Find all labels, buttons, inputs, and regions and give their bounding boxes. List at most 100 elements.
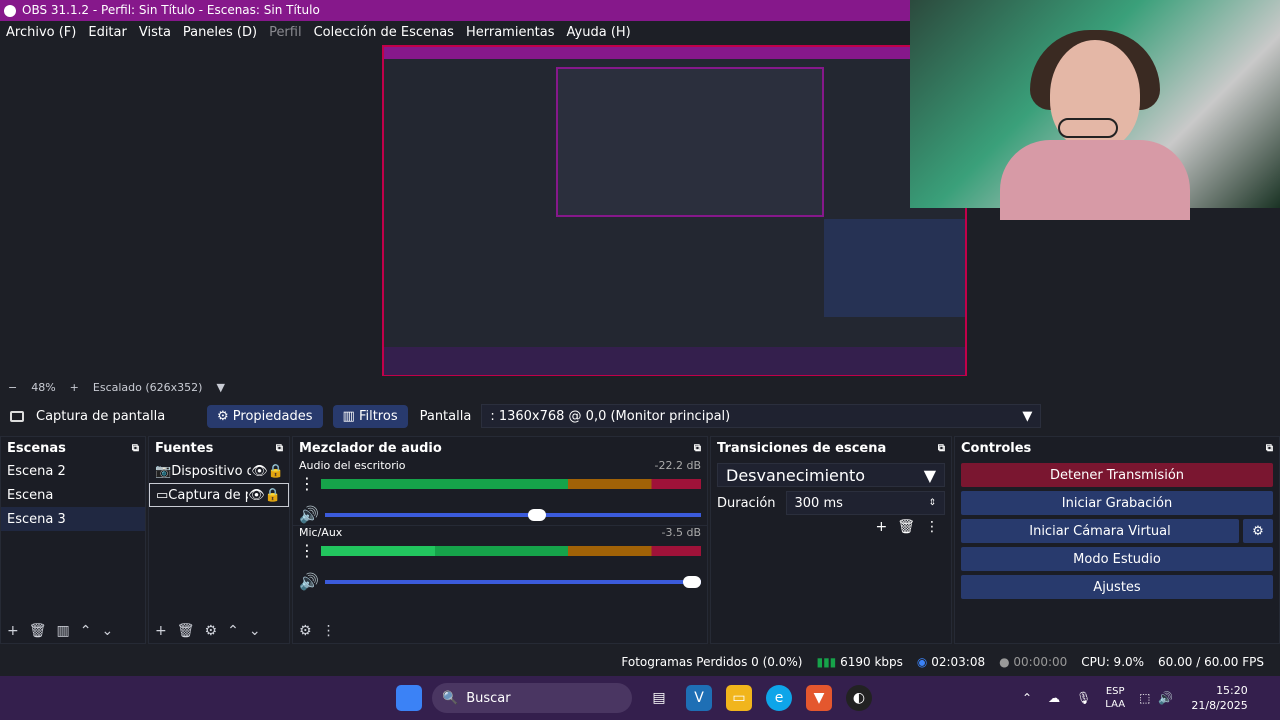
transition-select[interactable]: Desvanecimiento ▼ [717, 463, 945, 487]
webcam-person-body [1000, 140, 1190, 220]
studio-mode-button[interactable]: Modo Estudio [961, 547, 1273, 571]
menu-editar[interactable]: Editar [88, 25, 127, 40]
scale-dropdown-icon[interactable]: ▼ [216, 381, 224, 394]
rec-time: ● 00:00:00 [999, 655, 1068, 669]
volume-slider[interactable] [324, 508, 701, 521]
eye-icon[interactable]: 👁 [251, 464, 268, 479]
gear-icon[interactable]: ⚙ [299, 623, 312, 639]
lock-icon[interactable]: 🔒 [265, 488, 281, 503]
start-recording-button[interactable]: Iniciar Grabación [961, 491, 1273, 515]
mixer-toolbar: ⚙ ⋮ [299, 623, 336, 639]
volume-icon[interactable]: 🔊 [1158, 691, 1173, 705]
monitor-icon [10, 410, 24, 422]
arrow-up-icon[interactable]: ⌃ [227, 623, 239, 639]
audio-mixer-dock: Mezclador de audio ⧉ Audio del escritorio… [292, 436, 708, 644]
level-meter [321, 545, 701, 556]
brave-icon[interactable]: ▼ [806, 685, 832, 711]
bitrate: ▮▮▮ 6190 kbps [816, 655, 903, 669]
menu-vista[interactable]: Vista [139, 25, 171, 40]
dock-float-icon[interactable]: ⧉ [132, 443, 139, 454]
onedrive-icon[interactable]: ☁ [1048, 691, 1060, 705]
trash-icon[interactable]: 🗑 [897, 519, 915, 535]
dropped-frames: Fotogramas Perdidos 0 (0.0%) [621, 655, 803, 669]
menu-perfil[interactable]: Perfil [269, 25, 302, 40]
stream-time: ◉ 02:03:08 [916, 655, 986, 669]
source-item[interactable]: ▭ Captura de p 👁 🔒 [149, 483, 289, 507]
spinner-icon[interactable]: ⇕ [928, 498, 936, 508]
menu-ayuda[interactable]: Ayuda (H) [567, 25, 631, 40]
trash-icon[interactable]: 🗑 [177, 623, 195, 639]
arrow-down-icon[interactable]: ⌄ [101, 623, 113, 639]
speaker-icon[interactable]: 🔊 [299, 505, 319, 524]
duration-spinbox[interactable]: 300 ms ⇕ [785, 491, 945, 515]
zoom-in-button[interactable]: + [70, 381, 79, 394]
edge-icon[interactable]: e [766, 685, 792, 711]
fps: 60.00 / 60.00 FPS [1158, 655, 1264, 669]
scene-item[interactable]: Escena 3 [1, 507, 145, 531]
duration-label: Duración [717, 495, 776, 511]
clock[interactable]: 15:20 21/8/2025 [1191, 683, 1247, 713]
stop-streaming-button[interactable]: Detener Transmisión [961, 463, 1273, 487]
virtual-cam-settings-icon[interactable]: ⚙ [1243, 519, 1273, 543]
dock-float-icon[interactable]: ⧉ [938, 443, 945, 454]
settings-button[interactable]: Ajustes [961, 575, 1273, 599]
add-icon[interactable]: + [7, 623, 19, 639]
zoom-bar: − 48% + Escalado (626x352) ▼ [0, 378, 1280, 396]
sources-toolbar: + 🗑 ⚙ ⌃ ⌄ [155, 623, 261, 639]
add-transition-icon[interactable]: + [875, 519, 887, 535]
volume-handle[interactable] [528, 508, 546, 521]
menu-herramientas[interactable]: Herramientas [466, 25, 555, 40]
add-icon[interactable]: + [155, 623, 167, 639]
arrow-up-icon[interactable]: ⌃ [80, 623, 92, 639]
taskbar-search[interactable]: 🔍 Buscar [432, 683, 632, 713]
channel-db: -3.5 dB [661, 526, 702, 539]
gear-icon[interactable]: ⚙ [205, 623, 218, 639]
channel-menu-icon[interactable]: ⋮ [299, 474, 315, 493]
properties-button[interactable]: ⚙ Propiedades [207, 404, 323, 428]
trash-icon[interactable]: 🗑 [29, 623, 47, 639]
menu-icon[interactable]: ⋮ [925, 519, 939, 535]
webcam-glasses [1058, 118, 1118, 138]
title-bar: OBS 31.1.2 - Perfil: Sin Título - Escena… [0, 0, 910, 21]
channel-menu-icon[interactable]: ⋮ [299, 541, 315, 560]
display-select[interactable]: : 1360x768 @ 0,0 (Monitor principal) ▼ [481, 404, 1042, 428]
tray-chevron-icon[interactable]: ⌃ [1022, 691, 1032, 705]
transitions-dock: Transiciones de escena ⧉ Desvanecimiento ▼… [710, 436, 952, 644]
microphone-icon[interactable]: 🎙 [1076, 691, 1091, 705]
obs-taskbar-icon[interactable]: ◐ [846, 685, 872, 711]
dock-float-icon[interactable]: ⧉ [276, 443, 283, 454]
menu-paneles[interactable]: Paneles (D) [183, 25, 257, 40]
language-indicator[interactable]: ESP LAA [1105, 685, 1125, 711]
source-item[interactable]: 📷 Dispositivo d 👁 🔒 [149, 459, 289, 483]
filter-icon[interactable]: ▥ [57, 623, 70, 639]
zoom-value: 48% [31, 380, 56, 394]
menu-coleccion[interactable]: Colección de Escenas [314, 25, 454, 40]
arrow-down-icon[interactable]: ⌄ [249, 623, 261, 639]
dock-float-icon[interactable]: ⧉ [1266, 443, 1273, 454]
volume-handle[interactable] [683, 575, 701, 588]
file-explorer-icon[interactable]: ▭ [726, 685, 752, 711]
eye-icon[interactable]: 👁 [248, 488, 265, 503]
monitor-icon: ▭ [156, 487, 169, 503]
scene-item[interactable]: Escena [1, 483, 145, 507]
windows-start-icon[interactable] [396, 685, 422, 711]
menu-archivo[interactable]: Archivo (F) [6, 25, 76, 40]
lock-icon[interactable]: 🔒 [268, 464, 284, 479]
speaker-icon[interactable]: 🔊 [299, 572, 319, 591]
visual-studio-icon[interactable]: V [686, 685, 712, 711]
zoom-out-button[interactable]: − [8, 381, 17, 394]
network-icon[interactable]: ⬚ [1139, 691, 1150, 705]
dock-float-icon[interactable]: ⧉ [694, 443, 701, 454]
scenes-title: Escenas ⧉ [7, 440, 139, 456]
broadcast-icon: ◉ [916, 655, 932, 669]
preview-canvas[interactable] [382, 45, 967, 376]
task-view-icon[interactable]: ▤ [646, 685, 672, 711]
filters-button[interactable]: ▥ Filtros [332, 404, 408, 428]
channel-name: Audio del escritorio [299, 459, 406, 472]
volume-slider[interactable] [324, 575, 701, 588]
scene-item[interactable]: Escena 2 [1, 459, 145, 483]
chevron-down-icon: ▼ [1022, 408, 1033, 424]
start-virtual-cam-button[interactable]: Iniciar Cámara Virtual [961, 519, 1239, 543]
transitions-title: Transiciones de escena ⧉ [717, 440, 945, 456]
menu-icon[interactable]: ⋮ [322, 623, 336, 639]
